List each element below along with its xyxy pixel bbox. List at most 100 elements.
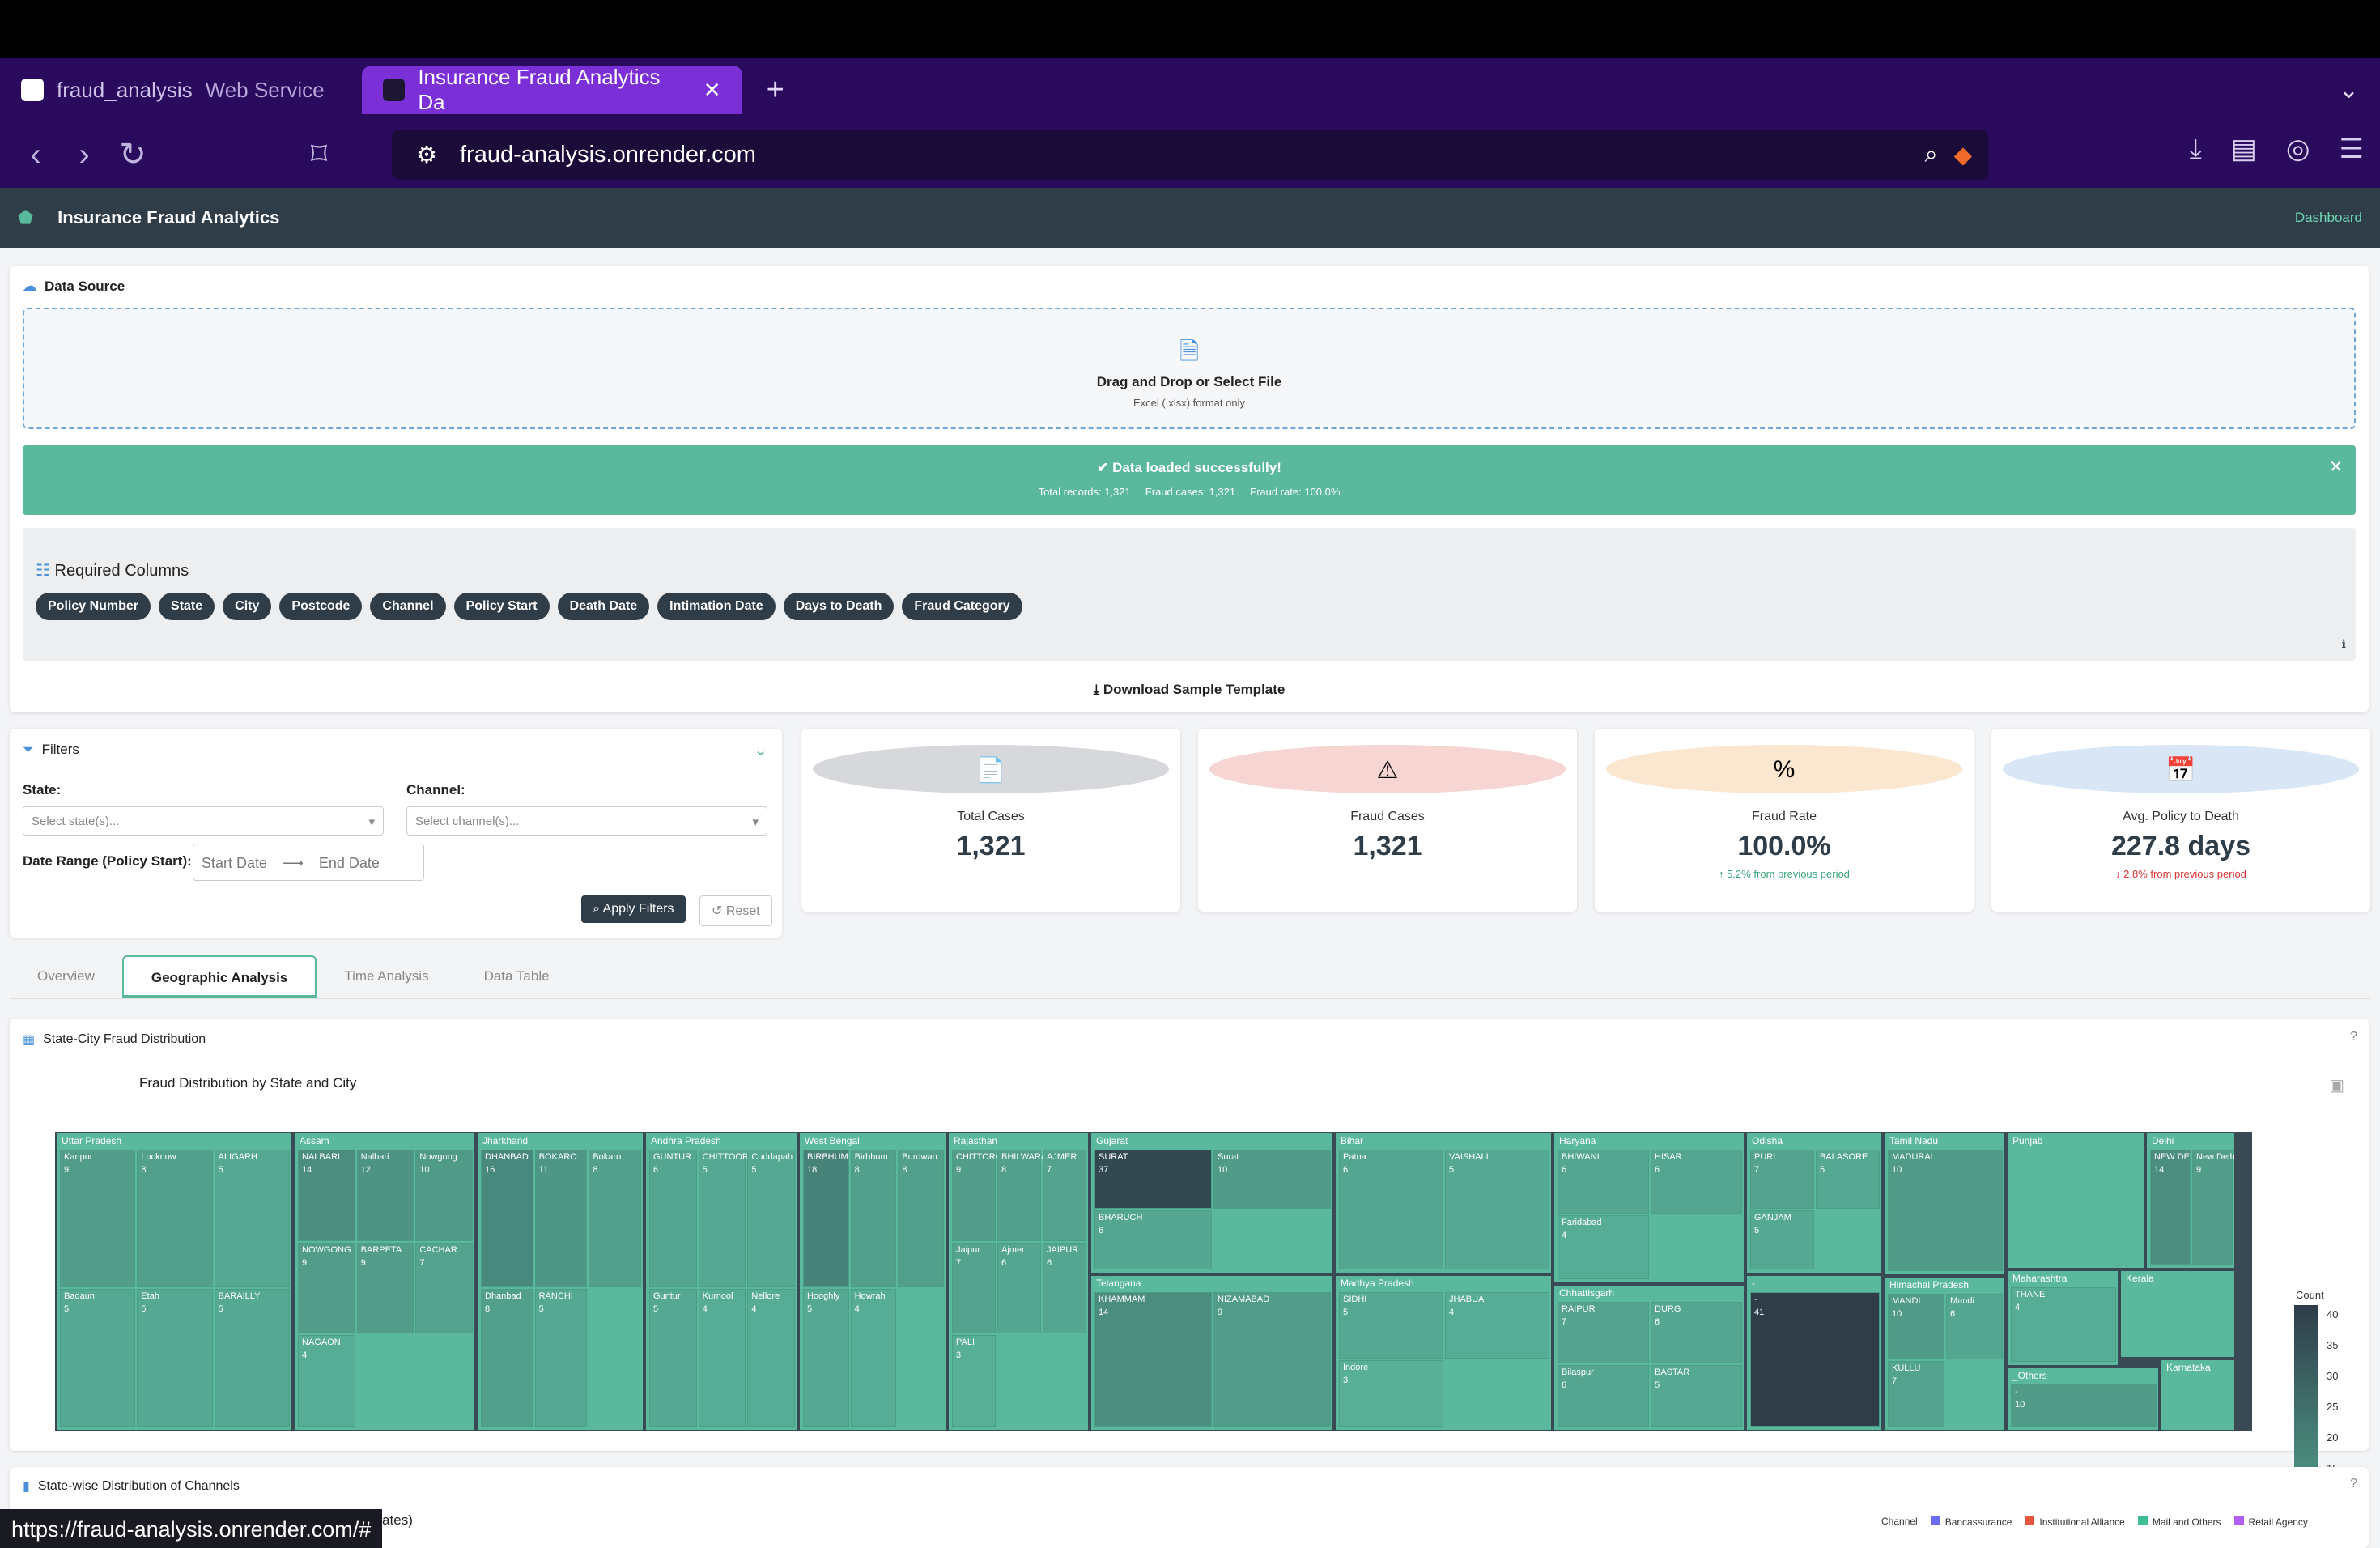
- treemap-city[interactable]: ALIGARH 5: [214, 1150, 290, 1287]
- treemap-state[interactable]: Himachal Pradesh MANDI 10 Mandi 6 KULLU 7: [1883, 1276, 2006, 1431]
- treemap-city[interactable]: Nalbari 12: [356, 1150, 414, 1241]
- zoom-icon[interactable]: ⌕: [1924, 142, 1937, 168]
- treemap-city[interactable]: BALASORE 5: [1816, 1150, 1880, 1209]
- treemap-city[interactable]: BOKARO 11: [534, 1150, 588, 1287]
- treemap-state[interactable]: Uttar Pradesh Kanpur 9 Lucknow 8 ALIGARH 5 Bada…: [55, 1132, 293, 1431]
- treemap-city[interactable]: Indore 3: [1339, 1360, 1443, 1427]
- treemap-state[interactable]: Madhya Pradesh SIDHI 5 JHABUA 4 Indore 3: [1334, 1274, 1553, 1431]
- tab-data-table[interactable]: Data Table: [457, 955, 577, 998]
- treemap-city[interactable]: GUNTUR 6: [649, 1150, 697, 1287]
- treemap-city[interactable]: BARPETA 9: [356, 1242, 414, 1334]
- channel-legend-item[interactable]: Mail and Others: [2137, 1516, 2221, 1528]
- treemap-state[interactable]: Gujarat SURAT 37 Surat 10 BHARUCH 6: [1090, 1132, 1334, 1274]
- treemap-city[interactable]: HISAR 6: [1651, 1150, 1742, 1214]
- camera-icon[interactable]: ▣: [2329, 1075, 2344, 1095]
- tab-geographic-analysis[interactable]: Geographic Analysis: [121, 955, 317, 998]
- channel-legend-item[interactable]: Retail Agency: [2233, 1516, 2308, 1528]
- close-tab-icon[interactable]: ✕: [703, 78, 721, 103]
- treemap-city[interactable]: Surat 10: [1213, 1150, 1331, 1209]
- tab-insurance-fraud[interactable]: Insurance Fraud Analytics Da ✕: [361, 65, 742, 114]
- chevron-down-icon[interactable]: ⌄: [754, 740, 767, 760]
- treemap-city[interactable]: Badaun 5: [60, 1289, 136, 1427]
- treemap-city[interactable]: Guntur 5: [649, 1289, 697, 1427]
- filters-header[interactable]: ⏷ Filters: [23, 742, 79, 758]
- tab-overview[interactable]: Overview: [10, 955, 122, 998]
- reload-icon[interactable]: ↻: [108, 136, 157, 173]
- bookmark-icon[interactable]: ⌑: [295, 136, 343, 173]
- treemap-state[interactable]: West Bengal BIRBHUM 18 Birbhum 8 Burdwan 8 Hoog…: [798, 1132, 947, 1431]
- chevron-down-icon[interactable]: ⌄: [2339, 76, 2359, 104]
- channel-select[interactable]: Select channel(s)... ▾: [406, 806, 767, 836]
- treemap-city[interactable]: SURAT 37: [1094, 1150, 1212, 1209]
- download-template-button[interactable]: ⤓ Download Sample Template: [10, 682, 2369, 698]
- treemap-city[interactable]: AJMER 7: [1043, 1150, 1086, 1241]
- info-icon[interactable]: ℹ: [2342, 637, 2346, 651]
- treemap-city[interactable]: NEW DELHI 14: [2150, 1150, 2204, 1265]
- treemap-city[interactable]: Jaipur 7: [952, 1242, 996, 1334]
- forward-icon[interactable]: ›: [60, 137, 108, 173]
- treemap-city[interactable]: Faridabad 4: [1558, 1215, 1649, 1279]
- channel-legend-item[interactable]: Bancassurance: [1930, 1516, 2012, 1528]
- treemap-city[interactable]: Hooghly 5: [803, 1289, 849, 1427]
- treemap-city[interactable]: Cuddapah 5: [747, 1150, 795, 1287]
- treemap-state[interactable]: Bihar Patna 6 VAISHALI 5: [1334, 1132, 1553, 1274]
- treemap-city[interactable]: CHITTORGARH 9: [952, 1150, 1021, 1241]
- treemap-city[interactable]: RAIPUR 7: [1558, 1302, 1649, 1363]
- channel-legend-item[interactable]: Institutional Alliance: [2025, 1516, 2125, 1528]
- treemap-city[interactable]: DHANBAD 16: [481, 1150, 533, 1287]
- treemap-city[interactable]: Nellore 4: [747, 1289, 795, 1427]
- site-settings-icon[interactable]: ⚙: [416, 141, 437, 169]
- treemap-city[interactable]: RANCHI 5: [534, 1289, 588, 1427]
- treemap-city[interactable]: Burdwan 8: [898, 1150, 944, 1287]
- close-icon[interactable]: ✕: [2329, 457, 2343, 477]
- treemap-state[interactable]: Tamil Nadu MADURAI 10: [1883, 1132, 2006, 1276]
- treemap-city[interactable]: Dhanbad 8: [481, 1289, 533, 1427]
- treemap-state[interactable]: Karnataka: [2160, 1359, 2236, 1431]
- treemap-city[interactable]: NIZAMABAD 9: [1213, 1292, 1331, 1427]
- treemap-city[interactable]: BASTAR 5: [1651, 1365, 1742, 1427]
- date-range-picker[interactable]: Start Date ⟶ End Date: [193, 844, 424, 881]
- treemap-city[interactable]: Birbhum 8: [850, 1150, 897, 1287]
- treemap-city[interactable]: BHIWANI 6: [1558, 1150, 1649, 1214]
- treemap-city[interactable]: Howrah 4: [850, 1289, 897, 1427]
- apply-filters-button[interactable]: ⌕ Apply Filters: [581, 895, 686, 923]
- treemap-city[interactable]: BHILWARA 8: [997, 1150, 1047, 1241]
- help-icon[interactable]: ?: [2350, 1030, 2357, 1044]
- treemap-city[interactable]: DURG 6: [1651, 1302, 1742, 1363]
- treemap-city[interactable]: MANDI 10: [1888, 1294, 1944, 1359]
- treemap-state[interactable]: Chhattisgarh RAIPUR 7 DURG 6 Bilaspur 6 BASTAR 5: [1553, 1284, 1745, 1431]
- new-tab-button[interactable]: +: [767, 73, 784, 108]
- treemap-state[interactable]: Punjab: [2006, 1132, 2145, 1269]
- treemap-state[interactable]: Kerala: [2119, 1269, 2236, 1359]
- menu-icon[interactable]: ☰: [2340, 133, 2364, 165]
- help-icon[interactable]: ?: [2350, 1477, 2357, 1491]
- reader-icon[interactable]: ◎: [2286, 133, 2310, 165]
- address-bar[interactable]: ⚙ fraud-analysis.onrender.com ⌕ ◆: [392, 130, 1988, 180]
- treemap-state[interactable]: Maharashtra THANE 4: [2006, 1269, 2119, 1367]
- end-date-input[interactable]: End Date: [319, 855, 380, 871]
- treemap-state[interactable]: _Others - 10: [2006, 1367, 2160, 1431]
- start-date-input[interactable]: Start Date: [202, 855, 267, 871]
- treemap-city[interactable]: Kurnool 4: [698, 1289, 746, 1427]
- back-icon[interactable]: ‹: [11, 137, 60, 173]
- treemap-city[interactable]: - 41: [1750, 1292, 1880, 1427]
- treemap-city[interactable]: BIRBHUM 18: [803, 1150, 849, 1287]
- treemap-state[interactable]: Delhi NEW DELHI 14 New Delhi 9: [2145, 1132, 2236, 1269]
- file-dropzone[interactable]: 🗎 Drag and Drop or Select File Excel (.x…: [23, 308, 2356, 429]
- treemap-state[interactable]: - - 41: [1745, 1274, 1883, 1431]
- treemap-city[interactable]: THANE 4: [2011, 1287, 2116, 1362]
- treemap-city[interactable]: NALBARI 14: [298, 1150, 355, 1241]
- treemap-state[interactable]: Odisha PURI 7 BALASORE 5 GANJAM 5: [1745, 1132, 1883, 1274]
- tab-time-analysis[interactable]: Time Analysis: [317, 955, 456, 998]
- treemap-city[interactable]: PALI 3: [952, 1335, 996, 1427]
- treemap-city[interactable]: VAISHALI 5: [1445, 1150, 1549, 1269]
- treemap-city[interactable]: BARAILLY 5: [214, 1289, 290, 1427]
- treemap-state[interactable]: Jharkhand DHANBAD 16 BOKARO 11 Bokaro 8 Dhanbad…: [476, 1132, 644, 1431]
- dashboard-link[interactable]: Dashboard: [2295, 210, 2362, 226]
- reset-button[interactable]: ↺ Reset: [699, 895, 772, 926]
- treemap-city[interactable]: Lucknow 8: [137, 1150, 213, 1287]
- treemap-city[interactable]: Ajmer 6: [997, 1242, 1041, 1334]
- treemap-city[interactable]: NOWGONG 9: [298, 1242, 355, 1334]
- treemap-city[interactable]: BHARUCH 6: [1094, 1210, 1212, 1269]
- treemap-city[interactable]: New Delhi 9: [2192, 1150, 2234, 1265]
